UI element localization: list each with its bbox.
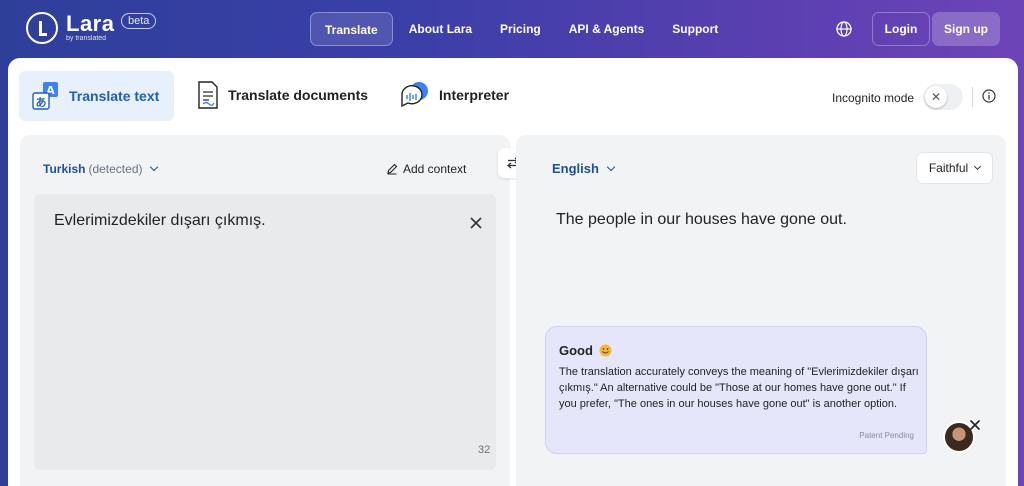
translated-text: The people in our houses have gone out. [556, 211, 847, 228]
tab-interpreter[interactable]: Interpreter [399, 80, 509, 110]
clear-icon[interactable] [470, 217, 482, 229]
translate-text-icon: A あ [32, 82, 58, 110]
quality-title: Good [559, 343, 612, 358]
incognito-toggle[interactable]: ✕ [923, 84, 963, 110]
patent-pending-label: Patent Pending [859, 431, 914, 440]
style-label: Faithful [928, 161, 969, 175]
quality-explanation: The translation accurately conveys the m… [559, 366, 919, 410]
divider [972, 87, 973, 107]
quality-feedback-bubble: Good The translation accurately conveys … [545, 326, 927, 454]
add-context-label: Add context [403, 162, 467, 176]
smiley-icon [599, 344, 612, 357]
chevron-down-icon [606, 162, 616, 171]
top-navigation-bar: Lara by translated beta Translate About … [0, 0, 1024, 58]
signup-button[interactable]: Sign up [932, 12, 1000, 46]
beta-badge: beta [121, 13, 157, 29]
logo-subtitle: by translated [66, 35, 107, 42]
svg-text:あ: あ [36, 96, 47, 109]
source-text-area[interactable]: Evlerimizdekiler dışarı çıkmış. 32 [34, 194, 496, 470]
source-language-select[interactable]: Turkish (detected) [43, 162, 159, 176]
document-icon [198, 81, 218, 109]
info-icon[interactable] [982, 89, 996, 103]
globe-icon[interactable] [836, 21, 852, 37]
target-language: English [552, 161, 599, 176]
style-select[interactable]: Faithful [916, 152, 993, 184]
source-text[interactable]: Evlerimizdekiler dışarı çıkmış. [54, 212, 266, 230]
logo-name: Lara [66, 11, 115, 36]
source-panel: Turkish (detected) Add context Evlerimiz… [20, 135, 510, 486]
main-nav: Translate About Lara Pricing API & Agent… [310, 12, 732, 46]
target-language-select[interactable]: English [552, 161, 616, 176]
pencil-icon [387, 163, 398, 175]
source-language: Turkish [43, 162, 86, 176]
tab-translate-text-label: Translate text [69, 88, 160, 104]
interpreter-icon [401, 82, 428, 108]
nav-api-agents[interactable]: API & Agents [555, 12, 659, 46]
nav-translate[interactable]: Translate [310, 12, 393, 46]
nav-about-lara[interactable]: About Lara [395, 12, 486, 46]
character-count: 32 [478, 444, 491, 456]
detected-label: (detected) [88, 162, 143, 176]
close-icon[interactable] [969, 419, 981, 431]
add-context-button[interactable]: Add context [386, 162, 466, 176]
quality-rating: Good [559, 343, 593, 358]
chevron-down-icon [974, 162, 982, 170]
nav-pricing[interactable]: Pricing [486, 12, 555, 46]
lara-logo[interactable]: Lara by translated [26, 12, 114, 44]
close-icon: ✕ [925, 86, 947, 108]
tab-translate-documents-label: Translate documents [228, 87, 369, 103]
tab-interpreter-label: Interpreter [439, 87, 510, 103]
incognito-mode-label: Incognito mode [832, 91, 915, 105]
nav-support[interactable]: Support [658, 12, 732, 46]
tab-translate-text[interactable]: A あ Translate text [19, 71, 174, 121]
lara-logo-icon [26, 12, 58, 44]
chevron-down-icon [150, 162, 159, 172]
tab-translate-documents[interactable]: Translate documents [196, 80, 368, 110]
login-button[interactable]: Login [872, 12, 930, 46]
